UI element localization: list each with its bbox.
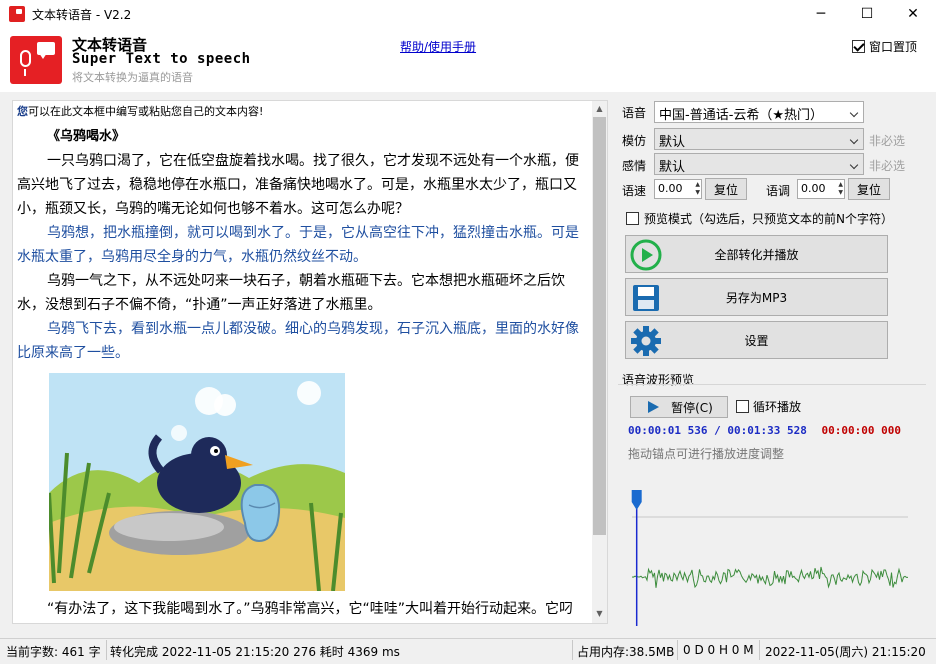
status-separator	[572, 640, 573, 660]
pitch-value: 0.00	[801, 182, 826, 195]
imitate-select[interactable]: 默认	[654, 128, 864, 150]
speed-value: 0.00	[658, 182, 683, 195]
minimize-button[interactable]: ─	[798, 0, 844, 28]
pitch-label: 语调	[766, 184, 791, 198]
loop-label: 循环播放	[753, 400, 802, 414]
close-button[interactable]: ✕	[890, 0, 936, 28]
settings-button[interactable]: 设置	[625, 321, 888, 359]
story-title: 《乌鸦喝水》	[47, 129, 126, 144]
total-time: 00:01:33 528	[727, 424, 807, 437]
save-mp3-button[interactable]: 另存为MP3	[625, 278, 888, 316]
scroll-thumb[interactable]	[593, 117, 606, 535]
save-mp3-label: 另存为MP3	[725, 290, 788, 305]
title-bar	[0, 0, 936, 28]
voice-select[interactable]: 中国-普通话-云希（★热门）	[654, 101, 864, 123]
status-uptime: 0 D 0 H 0 M	[683, 643, 754, 657]
hint-text: 可以在此文本框中编写或粘贴您自己的文本内容!	[28, 105, 264, 118]
pitch-spinner[interactable]: 0.00 ▲ ▼	[797, 179, 845, 199]
status-separator	[759, 640, 760, 660]
text-editor[interactable]: 您可以在此文本框中编写或粘贴您自己的文本内容! 《乌鸦喝水》 一只乌鸦口渴了，它…	[12, 100, 608, 624]
app-description: 将文本转换为逼真的语音	[72, 71, 193, 84]
story-paragraph: 乌鸦一气之下，从不远处叼来一块石子，朝着水瓶砸下去。它本想把水瓶砸坏之后饮水，没…	[17, 273, 565, 313]
loop-checkbox[interactable]	[736, 400, 749, 413]
play-triangle-icon	[648, 401, 660, 413]
topmost-label: 窗口置顶	[869, 40, 918, 54]
emotion-optional-note: 非必选	[869, 159, 906, 173]
editor-content: 您可以在此文本框中编写或粘贴您自己的文本内容! 《乌鸦喝水》 一只乌鸦口渴了，它…	[17, 105, 583, 623]
topmost-toggle[interactable]: 窗口置顶	[852, 38, 917, 55]
maximize-button[interactable]: ☐	[844, 0, 890, 28]
story-paragraph: 乌鸦飞下去，看到水瓶一点儿都没破。细心的乌鸦发现，石子沉入瓶底，里面的水好像比原…	[17, 321, 579, 361]
story-paragraph: 一只乌鸦口渴了，它在低空盘旋着找水喝。找了很久，它才发现不远处有一个水瓶，便高兴…	[17, 153, 579, 217]
app-subtitle: Super Text to speech	[72, 51, 251, 67]
speed-label: 语速	[622, 184, 647, 198]
app-icon	[9, 6, 25, 22]
convert-play-label: 全部转化并播放	[714, 247, 799, 262]
settings-label: 设置	[744, 333, 769, 348]
gear-icon	[631, 326, 661, 356]
preview-mode-checkbox[interactable]	[626, 212, 639, 225]
scroll-up-icon[interactable]: ▲	[592, 101, 607, 116]
status-separator	[106, 640, 107, 660]
drag-hint: 拖动锚点可进行播放进度调整	[628, 447, 785, 461]
waveform-display[interactable]	[626, 486, 910, 626]
scroll-down-icon[interactable]: ▼	[592, 606, 607, 621]
voice-label: 语音	[622, 106, 647, 120]
preview-mode-label: 预览模式（勾选后，只预览文本的前N个字符）	[644, 212, 893, 226]
play-icon	[630, 239, 662, 271]
editor-hint: 您可以在此文本框中编写或粘贴您自己的文本内容!	[17, 105, 583, 119]
imitate-optional-note: 非必选	[869, 134, 906, 148]
extra-time: 00:00:00 000	[821, 424, 901, 437]
time-readout: 00:00:01 536 / 00:01:33 528 00:00:00 000	[628, 424, 901, 437]
current-time: 00:00:01 536	[628, 424, 708, 437]
status-conversion: 转化完成 2022-11-05 21:15:20 276 耗时 4369 ms	[110, 645, 400, 659]
loop-toggle[interactable]: 循环播放	[736, 398, 801, 415]
spinner-arrows-icon[interactable]: ▲ ▼	[838, 181, 843, 197]
logo-icon	[10, 36, 62, 84]
status-separator	[677, 640, 678, 660]
pitch-reset-button[interactable]: 复位	[848, 178, 890, 200]
status-memory: 占用内存:38.5MB	[577, 645, 675, 659]
pause-button[interactable]: 暂停(C)	[630, 396, 728, 418]
emotion-label: 感情	[622, 159, 647, 173]
speed-spinner[interactable]: 0.00 ▲ ▼	[654, 179, 702, 199]
spinner-arrows-icon[interactable]: ▲ ▼	[695, 181, 700, 197]
pause-label: 暂停(C)	[671, 400, 713, 415]
story-paragraph: 乌鸦想，把水瓶撞倒，就可以喝到水了。于是，它从高空往下冲，猛烈撞击水瓶。可是水瓶…	[17, 225, 579, 265]
status-datetime: 2022-11-05(周六) 21:15:20	[765, 645, 926, 659]
emotion-select[interactable]: 默认	[654, 153, 864, 175]
imitate-label: 模仿	[622, 134, 647, 148]
time-separator: /	[714, 424, 721, 437]
help-link[interactable]: 帮助/使用手册	[400, 38, 476, 55]
story-paragraph: “有办法了，这下我能喝到水了。”乌鸦非常高兴，它“哇哇”大叫着开始行动起来。它叼…	[47, 601, 574, 617]
crow-illustration	[49, 373, 345, 591]
playback-anchor-icon[interactable]	[631, 490, 642, 510]
speed-reset-button[interactable]: 复位	[705, 178, 747, 200]
window-title: 文本转语音 - V2.2	[32, 8, 132, 22]
save-icon	[633, 285, 659, 311]
preview-mode-toggle[interactable]: 预览模式（勾选后，只预览文本的前N个字符）	[626, 210, 893, 227]
hint-prefix: 您	[17, 105, 28, 118]
convert-play-button[interactable]: 全部转化并播放	[625, 235, 888, 273]
topmost-checkbox[interactable]	[852, 40, 865, 53]
status-char-count: 当前字数: 461 字	[6, 645, 101, 659]
